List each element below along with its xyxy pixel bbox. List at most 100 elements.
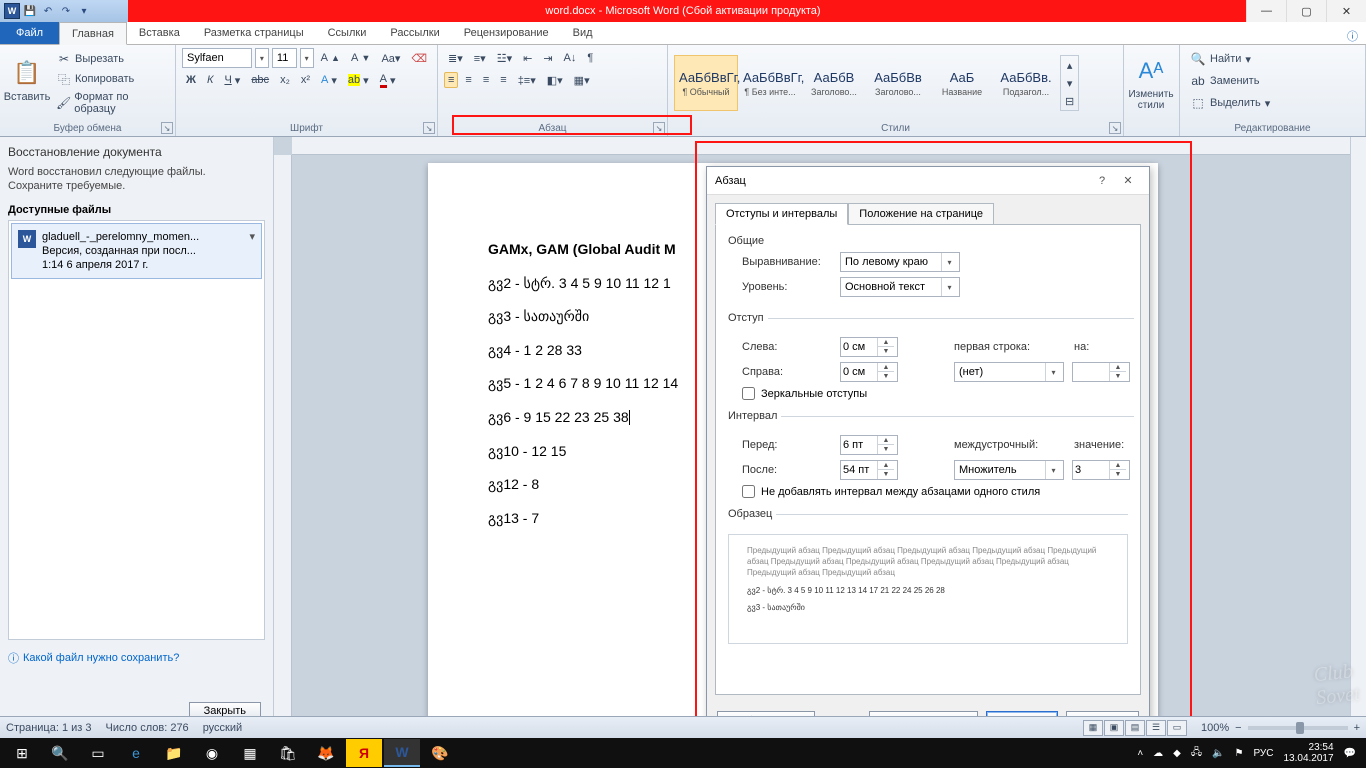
store-icon[interactable]: 🛍 [270, 739, 306, 767]
spinner-up[interactable]: ▲ [878, 461, 894, 470]
status-page[interactable]: Страница: 1 из 3 [6, 722, 92, 734]
view-outline[interactable]: ☰ [1146, 720, 1166, 736]
change-case-button[interactable]: Aa▾ [377, 50, 404, 67]
strikethrough-button[interactable]: abc [247, 72, 273, 88]
minimize-button[interactable]: — [1246, 0, 1286, 22]
style-item[interactable]: АаБНазвание [930, 55, 994, 111]
word-taskbar-icon[interactable]: W [384, 739, 420, 767]
firefox-icon[interactable]: 🦊 [308, 739, 344, 767]
recovery-item-arrow[interactable]: ▾ [249, 230, 255, 273]
style-item[interactable]: АаБбВв.Подзагол... [994, 55, 1058, 111]
dialog-help-button[interactable]: ? [1089, 171, 1115, 191]
start-button[interactable]: ⊞ [4, 739, 40, 767]
no-space-same-style-checkbox[interactable]: Не добавлять интервал между абзацами одн… [742, 485, 1134, 498]
tray-language[interactable]: РУС [1253, 748, 1273, 759]
close-button[interactable]: ✕ [1326, 0, 1366, 22]
indent-left-spinner[interactable]: ▲▼ [840, 337, 898, 357]
tray-up-icon[interactable]: ˄ [1137, 748, 1143, 759]
style-item[interactable]: АаБбВвЗаголово... [866, 55, 930, 111]
tab-mailings[interactable]: Рассылки [378, 21, 451, 44]
mirror-indents-checkbox[interactable]: Зеркальные отступы [742, 387, 1134, 400]
tab-review[interactable]: Рецензирование [452, 21, 561, 44]
paste-button[interactable]: 📋 Вставить [6, 47, 48, 113]
explorer-icon[interactable]: 📁 [156, 739, 192, 767]
underline-button[interactable]: Ч▾ [220, 72, 244, 89]
font-size-combo[interactable]: 11 [272, 48, 297, 68]
align-left-button[interactable]: ≡ [444, 72, 458, 88]
tab-references[interactable]: Ссылки [316, 21, 379, 44]
shrink-font-button[interactable]: A▼ [347, 50, 374, 66]
horizontal-ruler[interactable] [292, 137, 1350, 155]
spinner-down[interactable]: ▼ [878, 347, 894, 356]
spinner-down[interactable]: ▼ [878, 445, 894, 454]
multilevel-button[interactable]: ☳▾ [493, 50, 516, 67]
bold-button[interactable]: Ж [182, 72, 200, 88]
alignment-combo[interactable]: По левому краю▾ [840, 252, 960, 272]
grow-font-button[interactable]: A▲ [317, 50, 344, 66]
text-effects-button[interactable]: A▾ [317, 72, 341, 89]
shading-button[interactable]: ◧▾ [543, 72, 567, 89]
font-launcher[interactable]: ↘ [423, 122, 435, 134]
tab-file[interactable]: Файл [0, 21, 59, 44]
search-button[interactable]: 🔍 [42, 739, 78, 767]
subscript-button[interactable]: x₂ [276, 72, 294, 88]
tab-home[interactable]: Главная [59, 22, 127, 45]
tray-flag-icon[interactable]: ⚑ [1234, 748, 1243, 759]
maximize-button[interactable]: ▢ [1286, 0, 1326, 22]
bullets-button[interactable]: ≣▾ [444, 50, 467, 67]
justify-button[interactable]: ≡ [496, 72, 510, 88]
change-styles-button[interactable]: Aᴬ Изменить стили [1130, 47, 1172, 119]
font-size-arrow[interactable]: ▾ [300, 48, 314, 68]
style-item[interactable]: АаБбВЗаголово... [802, 55, 866, 111]
vertical-ruler[interactable] [274, 155, 292, 730]
task-view-button[interactable]: ▭ [80, 739, 116, 767]
spinner-up[interactable]: ▲ [878, 338, 894, 347]
view-full-screen[interactable]: ▣ [1104, 720, 1124, 736]
spinner-down[interactable]: ▼ [878, 470, 894, 479]
status-word-count[interactable]: Число слов: 276 [106, 722, 189, 734]
chrome-icon[interactable]: ◉ [194, 739, 230, 767]
numbering-button[interactable]: ≡▾ [470, 50, 490, 67]
style-item[interactable]: АаБбВвГг,¶ Обычный [674, 55, 738, 111]
styles-scroll-up[interactable]: ▴ [1061, 56, 1078, 74]
highlight-button[interactable]: ab▾ [344, 72, 373, 89]
paint-icon[interactable]: 🎨 [422, 739, 458, 767]
tray-clock[interactable]: 23:54 13.04.2017 [1283, 742, 1333, 764]
style-item[interactable]: АаБбВвГг,¶ Без инте... [738, 55, 802, 111]
spinner-down[interactable]: ▼ [1110, 372, 1126, 381]
align-right-button[interactable]: ≡ [479, 72, 493, 88]
zoom-in-button[interactable]: + [1354, 722, 1360, 734]
space-after-spinner[interactable]: ▲▼ [840, 460, 898, 480]
format-painter-button[interactable]: 🖌Формат по образцу [52, 89, 169, 117]
line-spacing-at-spinner[interactable]: ▲▼ [1072, 460, 1130, 480]
tray-notifications-icon[interactable]: 💬 [1344, 748, 1356, 759]
tab-line-breaks[interactable]: Положение на странице [848, 203, 994, 225]
styles-scroll-down[interactable]: ▾ [1061, 74, 1078, 92]
ribbon-help-icon[interactable]: ⓘ [1339, 28, 1366, 44]
view-draft[interactable]: ▭ [1167, 720, 1187, 736]
font-name-arrow[interactable]: ▾ [255, 48, 269, 68]
line-spacing-combo[interactable]: Множитель▾ [954, 460, 1064, 480]
tray-volume-icon[interactable]: 🔈 [1212, 748, 1224, 759]
view-web-layout[interactable]: ▤ [1125, 720, 1145, 736]
superscript-button[interactable]: x² [297, 72, 314, 88]
copy-button[interactable]: ⿻Копировать [52, 69, 169, 89]
tray-onedrive-icon[interactable]: ☁ [1153, 748, 1163, 759]
zoom-thumb[interactable] [1296, 722, 1304, 734]
tab-insert[interactable]: Вставка [127, 21, 192, 44]
select-button[interactable]: ⬚Выделить ▾ [1186, 93, 1359, 113]
yandex-icon[interactable]: Я [346, 739, 382, 767]
borders-button[interactable]: ▦▾ [570, 72, 594, 89]
app-icon-1[interactable]: ▦ [232, 739, 268, 767]
redo-icon[interactable]: ↷ [58, 3, 74, 19]
first-line-by-spinner[interactable]: ▲▼ [1072, 362, 1130, 382]
font-color-button[interactable]: A▾ [376, 71, 400, 90]
show-marks-button[interactable]: ¶ [583, 50, 597, 66]
italic-button[interactable]: К [203, 72, 217, 88]
outline-level-combo[interactable]: Основной текст▾ [840, 277, 960, 297]
increase-indent-button[interactable]: ⇥ [539, 50, 556, 67]
find-button[interactable]: 🔍Найти ▾ [1186, 49, 1359, 69]
recovery-file-item[interactable]: W gladuell_-_perelomny_momen... Версия, … [11, 223, 262, 280]
save-icon[interactable]: 💾 [22, 3, 38, 19]
recovery-which-link[interactable]: ⓘКакой файл нужно сохранить? [8, 650, 265, 666]
